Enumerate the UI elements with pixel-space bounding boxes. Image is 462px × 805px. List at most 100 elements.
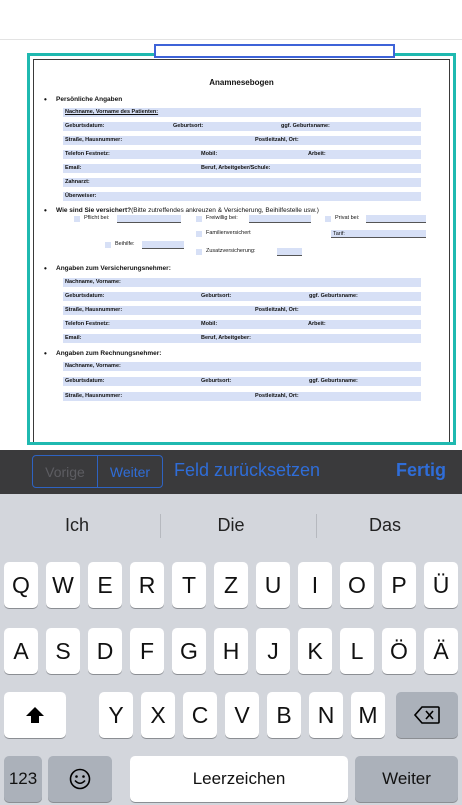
emoji-smiley-icon (69, 768, 91, 790)
key-ae[interactable]: Ä (424, 628, 458, 674)
field-voluntary[interactable] (249, 215, 311, 223)
checkbox-private[interactable] (325, 216, 331, 222)
key-z[interactable]: Z (214, 562, 248, 608)
label-inv-zip-city: Postleitzahl, Ort: (255, 393, 299, 399)
key-p[interactable]: P (382, 562, 416, 608)
label-ph-street: Straße, Hausnummer: (65, 307, 123, 313)
shift-key[interactable] (4, 692, 66, 738)
label-supplementary: Zusatzversicherung: (206, 248, 256, 254)
key-a[interactable]: A (4, 628, 38, 674)
key-v[interactable]: V (225, 692, 259, 738)
space-key[interactable]: Leerzeichen (130, 756, 348, 802)
key-oe[interactable]: Ö (382, 628, 416, 674)
label-inv-dob: Geburtsdatum: (65, 378, 105, 384)
key-g[interactable]: G (172, 628, 206, 674)
section-policyholder: Angaben zum Versicherungsnehmer: (44, 264, 171, 273)
key-j[interactable]: J (256, 628, 290, 674)
label-ph-work: Arbeit: (308, 321, 326, 327)
label-inv-birthname: ggf. Geburtsname: (309, 378, 358, 384)
field-row-dentist[interactable]: Zahnarzt: (63, 178, 421, 187)
key-x[interactable]: X (141, 692, 175, 738)
key-d[interactable]: D (88, 628, 122, 674)
label-ph-job: Beruf, Arbeitgeber: (201, 335, 251, 341)
document-title: Anamnesebogen (209, 78, 274, 87)
field-row-address[interactable]: Straße, Hausnummer: Postleitzahl, Ort: (63, 136, 421, 145)
checkbox-subsidy[interactable] (105, 242, 111, 248)
section-invoice: Angaben zum Rechnungsnehmer: (44, 349, 161, 358)
key-ue[interactable]: Ü (424, 562, 458, 608)
field-row-email[interactable]: Email: Beruf, Arbeitgeber/Schule: (63, 164, 421, 173)
checkbox-voluntary[interactable] (196, 216, 202, 222)
key-s[interactable]: S (46, 628, 80, 674)
label-private: Privat bei: (335, 215, 360, 221)
key-m[interactable]: M (351, 692, 385, 738)
key-t[interactable]: T (172, 562, 206, 608)
numbers-key[interactable]: 123 (4, 756, 42, 802)
label-work: Arbeit: (308, 151, 326, 157)
label-tariff: Tarif: (333, 231, 345, 237)
checkbox-family[interactable] (196, 231, 202, 237)
field-row-ph-email[interactable]: Email: Beruf, Arbeitgeber: (63, 334, 421, 343)
field-row-birth[interactable]: Geburtsdatum: Geburtsort: ggf. Geburtsna… (63, 122, 421, 131)
field-mandatory[interactable] (117, 215, 181, 223)
key-y[interactable]: Y (99, 692, 133, 738)
checkbox-supplementary[interactable] (196, 249, 202, 255)
checkbox-mandatory[interactable] (74, 216, 80, 222)
reset-field-button[interactable]: Feld zurücksetzen (174, 460, 320, 481)
done-button[interactable]: Fertig (396, 460, 446, 481)
label-ph-zip-city: Postleitzahl, Ort: (255, 307, 299, 313)
key-o[interactable]: O (340, 562, 374, 608)
field-row-ph-phone[interactable]: Telefon Festnetz: Mobil: Arbeit: (63, 320, 421, 329)
delete-key[interactable] (396, 692, 458, 738)
label-inv-birthplace: Geburtsort: (201, 378, 232, 384)
key-q[interactable]: Q (4, 562, 38, 608)
field-navigation-segment: Vorige Weiter (32, 455, 163, 488)
label-subsidy: Beihilfe: (115, 241, 135, 247)
key-f[interactable]: F (130, 628, 164, 674)
field-row-phone[interactable]: Telefon Festnetz: Mobil: Arbeit: (63, 150, 421, 159)
key-e[interactable]: E (88, 562, 122, 608)
key-i[interactable]: I (298, 562, 332, 608)
field-row-inv-address[interactable]: Straße, Hausnummer: Postleitzahl, Ort: (63, 392, 421, 401)
label-birthname: ggf. Geburtsname: (281, 123, 330, 129)
active-patient-name-input[interactable] (154, 44, 395, 58)
key-h[interactable]: H (214, 628, 248, 674)
field-row-ph-birth[interactable]: Geburtsdatum: Geburtsort: ggf. Geburtsna… (63, 292, 421, 301)
field-private[interactable] (366, 215, 426, 223)
field-row-referrer[interactable]: Überweiser: (63, 192, 421, 201)
suggestion-2[interactable]: Die (154, 494, 308, 556)
next-field-button[interactable]: Weiter (98, 456, 162, 487)
field-row-patient-name[interactable]: Nachname, Vorname des Patienten: (63, 108, 421, 117)
label-voluntary: Freiwillig bei: (206, 215, 238, 221)
label-ph-birthplace: Geburtsort: (201, 293, 232, 299)
field-row-inv-name[interactable]: Nachname, Vorname: (63, 362, 421, 371)
field-tariff[interactable]: Tarif: (331, 230, 426, 238)
key-u[interactable]: U (256, 562, 290, 608)
return-key[interactable]: Weiter (355, 756, 458, 802)
label-inv-name: Nachname, Vorname: (65, 363, 121, 369)
key-c[interactable]: C (183, 692, 217, 738)
suggestion-1[interactable]: Ich (0, 494, 154, 556)
field-row-ph-name[interactable]: Nachname, Vorname: (63, 278, 421, 287)
field-row-ph-address[interactable]: Straße, Hausnummer: Postleitzahl, Ort: (63, 306, 421, 315)
field-subsidy[interactable] (142, 241, 184, 249)
emoji-key[interactable] (48, 756, 112, 802)
pdf-page: Anamnesebogen Persönliche Angaben Nachna… (33, 59, 450, 442)
label-ph-name: Nachname, Vorname: (65, 279, 121, 285)
key-r[interactable]: R (130, 562, 164, 608)
field-supplementary[interactable] (277, 248, 302, 256)
key-k[interactable]: K (298, 628, 332, 674)
suggestion-3[interactable]: Das (308, 494, 462, 556)
label-ph-phone: Telefon Festnetz: (65, 321, 110, 327)
key-b[interactable]: B (267, 692, 301, 738)
label-birthplace: Geburtsort: (173, 123, 204, 129)
pdf-document-view[interactable]: Anamnesebogen Persönliche Angaben Nachna… (27, 53, 456, 445)
key-n[interactable]: N (309, 692, 343, 738)
label-ph-mobile: Mobil: (201, 321, 218, 327)
label-patient-name: Nachname, Vorname des Patienten: (65, 109, 159, 115)
key-w[interactable]: W (46, 562, 80, 608)
field-row-inv-birth[interactable]: Geburtsdatum: Geburtsort: ggf. Geburtsna… (63, 377, 421, 386)
label-family: Familienversichert (206, 230, 251, 236)
previous-field-button[interactable]: Vorige (33, 456, 98, 487)
key-l[interactable]: L (340, 628, 374, 674)
